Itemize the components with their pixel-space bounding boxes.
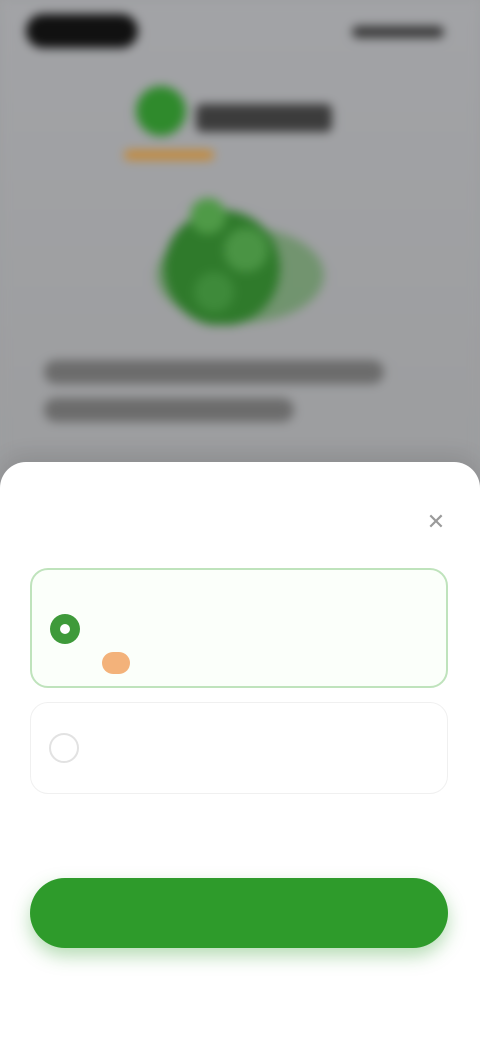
background-text-line <box>44 360 384 384</box>
close-button[interactable]: ✕ <box>422 508 450 536</box>
hero-illustration <box>156 198 324 325</box>
radio-unselected-icon <box>49 733 79 763</box>
status-bar-indicators <box>352 26 444 38</box>
brand-tagline <box>124 150 214 160</box>
radio-selected-icon <box>50 614 80 644</box>
background-app <box>0 0 480 470</box>
brand-name <box>196 104 332 132</box>
continue-button[interactable] <box>30 878 448 948</box>
sheet-header: ✕ <box>30 502 450 542</box>
close-icon: ✕ <box>426 509 446 534</box>
plan-option-badge <box>102 652 130 674</box>
brand-logo <box>136 86 186 136</box>
plan-picker-sheet: ✕ <box>0 462 480 1040</box>
background-text-line <box>44 398 294 422</box>
status-bar-time-pill <box>26 14 138 48</box>
plan-option-2[interactable] <box>30 702 448 794</box>
plan-option-1[interactable] <box>30 568 448 688</box>
